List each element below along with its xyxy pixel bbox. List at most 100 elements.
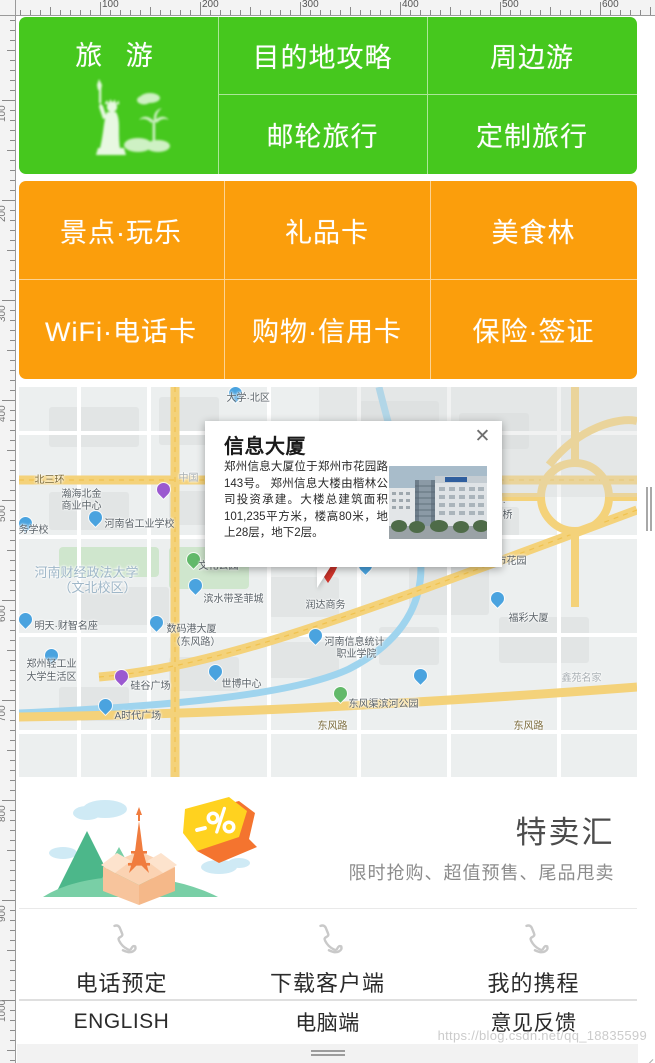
- ruler-tick: [300, 2, 301, 15]
- ruler-tick: [10, 880, 15, 881]
- ruler-tick: [430, 10, 431, 15]
- footer-item-download-app[interactable]: 下载客户端: [225, 909, 431, 999]
- map-poi-pin[interactable]: [95, 696, 115, 716]
- category-tile-food-forest[interactable]: 美食林: [430, 181, 637, 280]
- ruler-tick: [390, 10, 391, 15]
- map-label: 职业学院: [336, 649, 377, 660]
- ruler-tick: [120, 10, 121, 15]
- map-poi-pin[interactable]: [185, 576, 205, 596]
- ruler-tick: [10, 710, 15, 711]
- ruler-tick: [2, 600, 15, 601]
- phone-icon: [107, 923, 137, 960]
- ruler-tick: [280, 10, 281, 15]
- category-label: 保险·签证: [472, 317, 595, 347]
- ruler-tick: [10, 580, 15, 581]
- map-poi-pin[interactable]: [111, 667, 131, 687]
- ruler-tick: [270, 10, 271, 15]
- map-label: 滨水带圣菲城: [203, 594, 264, 605]
- ruler-tick: [60, 10, 61, 15]
- footer-item-phone-booking[interactable]: 电话预定: [19, 909, 225, 999]
- map-poi-pin[interactable]: [487, 589, 507, 609]
- pin-icon: [146, 613, 166, 632]
- map-poi-pin[interactable]: [18, 610, 35, 630]
- ruler-tick: [10, 730, 15, 731]
- footer-label: 下载客户端: [269, 971, 385, 996]
- map-poi-pin[interactable]: [305, 626, 325, 646]
- ruler-tick: [620, 10, 621, 15]
- ruler-tick: [7, 450, 15, 451]
- category-label: 购物·信用卡: [252, 317, 402, 347]
- map-poi-pin[interactable]: [410, 666, 430, 686]
- ruler-tick: [10, 790, 15, 791]
- ruler-tick: [350, 7, 351, 15]
- ruler-tick: [520, 10, 521, 15]
- close-icon[interactable]: ✕: [473, 427, 492, 446]
- map-label: 商业中心: [61, 501, 102, 512]
- ruler-tick: [10, 720, 15, 721]
- ruler-tick: [160, 10, 161, 15]
- footer-link-english[interactable]: ENGLISH: [19, 1001, 225, 1043]
- category-tile-attractions[interactable]: 景点·玩乐: [18, 181, 225, 280]
- category-tile-gift-card[interactable]: 礼品卡: [224, 181, 431, 280]
- map-poi-pin[interactable]: [153, 480, 173, 500]
- ruler-tick: [10, 990, 15, 991]
- ruler-tick: [80, 10, 81, 15]
- ruler-tick: [10, 370, 15, 371]
- ruler-tick: [10, 870, 15, 871]
- footer-label: 我的携程: [487, 971, 580, 996]
- orange-category-grid: 景点·玩乐 礼品卡 美食林 WiFi·电话卡 购物·信用卡 保险·签证: [18, 181, 637, 379]
- map-poi-pin[interactable]: [205, 662, 225, 682]
- map-poi-pin[interactable]: [85, 508, 105, 528]
- ruler-tick: [10, 1060, 15, 1061]
- ruler-tick: [450, 7, 451, 15]
- category-tile-travel[interactable]: 旅 游: [19, 17, 219, 174]
- map-label: 河南省工业学校: [104, 519, 175, 530]
- sale-banner[interactable]: 特卖汇 限时抢购、超值预售、尾品甩卖: [18, 787, 637, 909]
- map-poi-pin[interactable]: [146, 613, 166, 633]
- ruler-tick: [7, 750, 15, 751]
- map-info-popup[interactable]: 信息大厦 郑州信息大厦位于郑州市花园路143号。 郑州信息大楼由楷林公司投资承建…: [205, 421, 502, 567]
- ruler-tick: [10, 470, 15, 471]
- vertical-ruler: 100 200 300 400 500 600 700 800 900 1000: [0, 0, 16, 1063]
- map-label: （东风路）: [170, 637, 221, 648]
- ruler-tick: [2, 100, 15, 101]
- ruler-tick: [130, 10, 131, 15]
- grip-line: [310, 1054, 345, 1056]
- ruler-label: 200: [202, 0, 219, 10]
- ruler-tick: [570, 10, 571, 15]
- ruler-tick: [30, 10, 31, 15]
- sale-subtitle: 限时抢购、超值预售、尾品甩卖: [348, 863, 615, 883]
- category-tile-destination-guide[interactable]: 目的地攻略: [218, 17, 428, 95]
- category-label: 目的地攻略: [252, 43, 393, 73]
- ruler-tick: [10, 510, 15, 511]
- ruler-tick: [20, 10, 21, 15]
- resize-grip-handle[interactable]: [310, 1050, 345, 1057]
- corner-resize-handle[interactable]: [639, 1047, 654, 1063]
- category-tile-custom-travel[interactable]: 定制旅行: [428, 95, 637, 174]
- ruler-tick: [10, 270, 15, 271]
- footer-primary-row: 电话预定 下载客户端 我的携程: [18, 909, 637, 1001]
- footer-item-my-ctrip[interactable]: 我的携程: [431, 909, 637, 999]
- ruler-tick: [10, 860, 15, 861]
- ruler-tick: [40, 10, 41, 15]
- category-tile-cruise[interactable]: 邮轮旅行: [219, 95, 428, 174]
- scrollbar-thumb[interactable]: [644, 487, 653, 531]
- ruler-tick: [310, 10, 311, 15]
- ruler-tick: [2, 800, 15, 801]
- footer-label: 电话预定: [75, 971, 168, 996]
- ruler-tick: [210, 10, 211, 15]
- category-tile-nearby-tour[interactable]: 周边游: [427, 17, 637, 95]
- ruler-tick: [10, 330, 15, 331]
- ruler-tick: [10, 890, 15, 891]
- map-poi-pin[interactable]: [330, 684, 350, 704]
- ruler-tick: [440, 10, 441, 15]
- ruler-tick: [10, 670, 15, 671]
- ruler-tick: [10, 1030, 15, 1031]
- category-tile-insurance-visa[interactable]: 保险·签证: [431, 280, 637, 379]
- ruler-tick: [10, 690, 15, 691]
- category-tile-shopping-creditcard[interactable]: 购物·信用卡: [225, 280, 431, 379]
- ruler-tick: [10, 820, 15, 821]
- footer-link-desktop[interactable]: 电脑端: [225, 1001, 431, 1043]
- category-tile-wifi-simcard[interactable]: WiFi·电话卡: [19, 280, 225, 379]
- ruler-tick: [50, 7, 51, 15]
